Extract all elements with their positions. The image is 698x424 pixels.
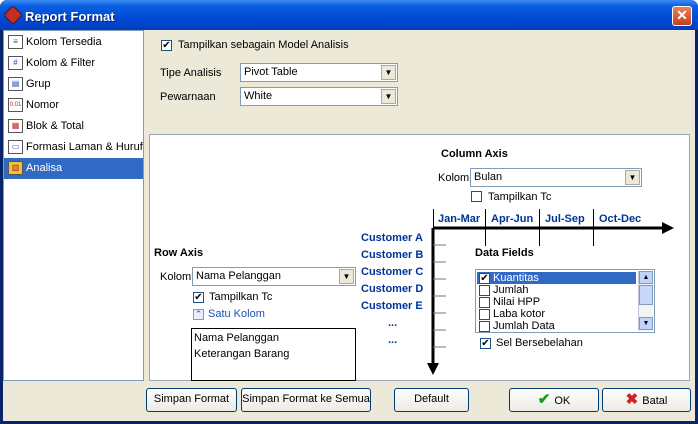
analysis-type-value: Pivot Table [244, 66, 298, 78]
cancel-label: Batal [642, 395, 668, 407]
row-show-checkbox[interactable]: ✔ [193, 292, 204, 303]
color-label: Pewarnaan [160, 91, 216, 103]
side-by-side-label: Sel Bersebelahan [496, 337, 583, 349]
row-axis-select[interactable]: Nama Pelanggan ▼ [192, 267, 356, 286]
check-icon: ✔ [537, 391, 551, 408]
row-axis-value: Nama Pelanggan [196, 270, 282, 282]
cross-icon: ✖ [625, 391, 639, 408]
window-title: Report Format [25, 9, 115, 24]
scroll-up-icon[interactable]: ▲ [639, 271, 653, 284]
filter-icon: # [8, 56, 23, 70]
row-header: Customer D [361, 283, 424, 295]
chevron-down-icon[interactable]: ▼ [381, 89, 396, 104]
sidebar-item-label: Nomor [26, 99, 60, 111]
analysis-type-select[interactable]: Pivot Table ▼ [240, 63, 398, 82]
number-icon: 0.01 [8, 98, 23, 112]
save-format-all-button[interactable]: Simpan Format ke Semua [241, 388, 371, 412]
sidebar-item-nomor[interactable]: 0.01 Nomor [4, 95, 143, 116]
sidebar-item-label: Kolom & Filter [26, 57, 96, 69]
row-ellipsis: ... [388, 317, 398, 329]
scroll-thumb[interactable] [639, 285, 653, 305]
ok-button[interactable]: ✔ OK [509, 388, 599, 412]
show-model-label: Tampilkan sebagain Model Analisis [178, 39, 349, 51]
scrollbar[interactable]: ▲ ▼ [638, 271, 653, 331]
list-item[interactable]: Keterangan Barang [194, 348, 289, 360]
default-button[interactable]: Default [394, 388, 469, 412]
list-item[interactable]: Nama Pelanggan [194, 332, 279, 344]
dialog-body: ≡ Kolom Tersedia # Kolom & Filter ▤ Grup… [3, 30, 695, 421]
row-header: Customer B [361, 249, 424, 261]
ok-label: OK [554, 395, 571, 407]
block-icon: ▦ [8, 119, 23, 133]
chevron-down-icon[interactable]: ▼ [339, 269, 354, 284]
sidebar-item-kolom-filter[interactable]: # Kolom & Filter [4, 53, 143, 74]
close-button[interactable]: ✕ [672, 6, 692, 26]
sidebar-item-label: Analisa [26, 162, 63, 174]
analysis-type-label: Tipe Analisis [160, 67, 222, 79]
data-field-checkbox[interactable] [479, 321, 490, 332]
sidebar-item-label: Kolom Tersedia [26, 36, 102, 48]
page-layout-icon: ▭ [8, 140, 23, 154]
row-columns-list[interactable]: Nama Pelanggan Keterangan Barang [191, 328, 356, 381]
row-ellipsis: ... [388, 334, 398, 346]
data-field-checkbox[interactable] [479, 285, 490, 296]
sidebar-item-blok-total[interactable]: ▦ Blok & Total [4, 116, 143, 137]
sidebar-item-analisa[interactable]: ▥ Analisa [4, 158, 143, 179]
sidebar: ≡ Kolom Tersedia # Kolom & Filter ▤ Grup… [3, 30, 144, 381]
row-header: Customer E [361, 300, 423, 312]
chevron-down-icon[interactable]: ▼ [381, 65, 396, 80]
single-column-link[interactable]: Satu Kolom [208, 308, 265, 320]
row-show-label: Tampilkan Tc [209, 291, 273, 303]
color-select[interactable]: White ▼ [240, 87, 398, 106]
sidebar-item-formasi-laman[interactable]: ▭ Formasi Laman & Huruf [4, 137, 143, 158]
data-field-checkbox[interactable]: ✔ [479, 273, 490, 284]
pivot-preview-panel: Column Axis Kolom Bulan ▼ Tampilkan Tc J… [149, 134, 690, 381]
sidebar-item-label: Formasi Laman & Huruf [26, 141, 143, 153]
data-field-label[interactable]: Nilai HPP [493, 296, 540, 308]
group-icon: ▤ [8, 77, 23, 91]
sidebar-item-label: Blok & Total [26, 120, 84, 132]
data-field-checkbox[interactable] [479, 297, 490, 308]
app-icon [3, 5, 23, 25]
row-header: Customer A [361, 232, 423, 244]
color-value: White [244, 90, 273, 102]
side-by-side-checkbox[interactable]: ✔ [480, 338, 491, 349]
title-bar[interactable]: Report Format ✕ [0, 0, 698, 30]
data-field-checkbox[interactable] [479, 309, 490, 320]
data-field-label[interactable]: Kuantitas [493, 272, 539, 284]
analysis-icon: ▥ [8, 161, 23, 175]
sidebar-item-label: Grup [26, 78, 51, 90]
sidebar-item-kolom-tersedia[interactable]: ≡ Kolom Tersedia [4, 32, 143, 53]
data-field-label[interactable]: Laba kotor [493, 308, 545, 320]
data-fields-list[interactable]: ✔ Kuantitas Jumlah Nilai HPP Laba kotor … [475, 269, 655, 333]
row-header: Customer C [361, 266, 424, 278]
row-axis-title: Row Axis [154, 247, 204, 259]
show-model-checkbox[interactable]: ✔ [161, 40, 172, 51]
save-format-button[interactable]: Simpan Format [146, 388, 237, 412]
sidebar-item-grup[interactable]: ▤ Grup [4, 74, 143, 95]
collapse-up-icon[interactable]: ⌃ [193, 309, 204, 320]
row-axis-kolom-label: Kolom [160, 271, 192, 283]
data-field-label[interactable]: Jumlah Data [493, 320, 555, 332]
columns-icon: ≡ [8, 35, 23, 49]
cancel-button[interactable]: ✖ Batal [602, 388, 691, 412]
report-format-window: Report Format ✕ ≡ Kolom Tersedia # Kolom… [0, 0, 698, 424]
data-fields-title: Data Fields [475, 247, 534, 259]
scroll-down-icon[interactable]: ▼ [639, 317, 653, 330]
data-field-label[interactable]: Jumlah [493, 284, 528, 296]
